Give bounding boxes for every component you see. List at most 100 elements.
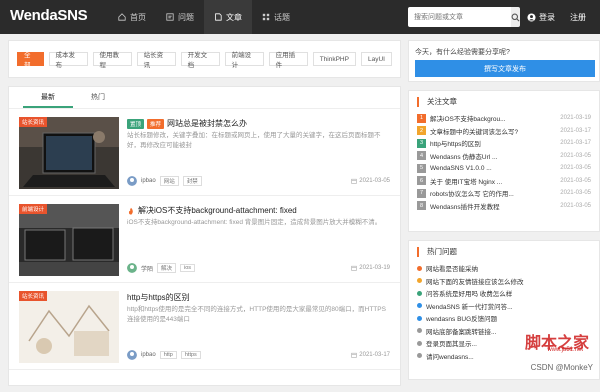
article-list: 最新 热门 站长资讯 置顶 推荐 网站总是被封禁怎么办 站长标题修改，关键字叠加… (8, 86, 401, 386)
article-date: 2021-03-05 (351, 178, 390, 184)
office-image (19, 204, 119, 276)
article-title[interactable]: 置顶 推荐 网站总是被封禁怎么办 (127, 118, 247, 129)
write-article-panel: 今天，有什么经验需要分享呢? 撰写文章发布 (408, 40, 600, 82)
featured-item-date: 2021-03-17 (560, 140, 591, 147)
write-article-button[interactable]: 撰写文章发布 (415, 60, 595, 77)
author-name[interactable]: ipbao (141, 178, 156, 184)
article-thumbnail[interactable]: 前端设计 (19, 204, 119, 276)
article-tag[interactable]: 网站 (159, 176, 179, 186)
featured-item[interactable]: 7 robots协议怎么写 它的作用... 2021-03-05 (417, 187, 591, 200)
featured-item-date: 2021-03-05 (560, 165, 591, 172)
site-logo[interactable]: WendaSNS (10, 7, 88, 24)
rank-number: 2 (417, 126, 426, 136)
rank-number: 8 (417, 201, 426, 211)
article-tag[interactable]: 解决 (157, 263, 177, 273)
category-item[interactable]: 开发文档 (180, 52, 220, 69)
article-tabs: 最新 热门 (9, 87, 400, 109)
article-title-text: http与https的区别 (127, 293, 190, 302)
featured-item-title: 关于 使用IT宝塔 Nginx ... (430, 178, 503, 186)
article-tag[interactable]: https (180, 351, 201, 359)
article-item[interactable]: 前端设计 解决iOS不支持background-attachment: fixe… (9, 196, 400, 283)
bullet-dot (417, 340, 422, 346)
avatar[interactable] (127, 263, 137, 273)
article-date: 2021-03-17 (351, 352, 390, 358)
avatar[interactable] (127, 176, 137, 186)
rank-number: 7 (417, 188, 426, 198)
nav-articles[interactable]: 文章 (204, 0, 252, 34)
featured-title: 关注文章 (417, 97, 591, 107)
hot-question-item[interactable]: 问答系统是好用吗 收费怎么样 (417, 287, 591, 300)
avatar[interactable] (127, 350, 137, 360)
featured-item[interactable]: 1 解决iOS不支持backgrou... 2021-03-19 (417, 112, 591, 125)
rank-number: 3 (417, 138, 426, 148)
login-link[interactable]: 登录 (527, 12, 555, 23)
right-sidebar: 今天，有什么经验需要分享呢? 撰写文章发布 关注文章 1 解决iOS不支持back… (408, 40, 600, 380)
hot-question-item[interactable]: 网站看是否能采纳 (417, 262, 591, 275)
watermark-url: www.jb51.net (547, 347, 583, 353)
category-item[interactable]: 成本发布 (48, 52, 88, 69)
author-name[interactable]: 学陌 (141, 264, 153, 273)
top-navbar: WendaSNS 首页 问题 文章 话题 登录 注册 (0, 0, 600, 34)
calendar-icon (351, 265, 357, 271)
hot-questions-panel: 热门问题 网站看是否能采纳 网站下面的友情链接应该怎么修改 问答系统是好用吗 收费怎… (408, 240, 600, 380)
article-meta: ipbao http https (127, 350, 201, 360)
featured-item[interactable]: 5 WendaSNS V1.0.0 ... 2021-03-05 (417, 162, 591, 175)
search-button[interactable] (511, 7, 520, 27)
article-title[interactable]: 解决iOS不支持background-attachment: fixed (127, 205, 297, 216)
nav-topics[interactable]: 话题 (252, 0, 300, 34)
featured-item-date: 2021-03-05 (560, 152, 591, 159)
ask-prompt: 今天，有什么经验需要分享呢? (415, 49, 510, 56)
category-badge: 前端设计 (19, 204, 48, 214)
category-item[interactable]: 应用插件 (268, 52, 308, 69)
featured-item[interactable]: 2 文章标题中的关键词该怎么写? 2021-03-17 (417, 125, 591, 138)
category-item[interactable]: 使用教程 (92, 52, 132, 69)
tab-hot[interactable]: 热门 (73, 87, 123, 108)
featured-item[interactable]: 3 http与https的区别 2021-03-17 (417, 137, 591, 150)
article-tag[interactable]: http (159, 351, 177, 359)
nav-questions[interactable]: 问题 (156, 0, 204, 34)
featured-item[interactable]: 6 关于 使用IT宝塔 Nginx ... 2021-03-05 (417, 175, 591, 188)
hot-question-item[interactable]: 网站下面的友情链接应该怎么修改 (417, 275, 591, 288)
fire-icon (128, 207, 133, 215)
tag-recommended: 推荐 (147, 118, 165, 129)
category-item[interactable]: 前端设计 (224, 52, 264, 69)
topic-icon (262, 13, 270, 21)
article-tag[interactable]: ios (180, 264, 196, 272)
featured-item[interactable]: 8 Wendasns插件开发教程 2021-03-05 (417, 200, 591, 213)
article-date-text: 2021-03-17 (359, 352, 390, 358)
rank-number: 5 (417, 163, 426, 173)
category-all[interactable]: 全部 (17, 52, 44, 69)
article-thumbnail[interactable]: 站长资讯 (19, 291, 119, 363)
category-bar: 全部 成本发布 使用教程 站长资讯 开发文档 前端设计 应用插件 ThinkPH… (8, 40, 401, 78)
category-item[interactable]: ThinkPHP (312, 52, 356, 66)
bullet-dot (417, 315, 422, 321)
hot-question-item[interactable]: wendasns BUG反馈问题 (417, 312, 591, 325)
article-item[interactable]: 站长资讯 置顶 推荐 网站总是被封禁怎么办 站长标题修改，关键字叠加：在标题或网… (9, 109, 400, 196)
article-tag[interactable]: 封禁 (182, 176, 202, 186)
featured-item-title: robots协议怎么写 它的作用... (430, 191, 514, 199)
article-item[interactable]: 站长资讯 http与https的区别 http和https使用的是完全不同的连接… (9, 283, 400, 370)
search-box (408, 7, 520, 27)
article-title[interactable]: http与https的区别 (127, 292, 190, 303)
article-title-text: 解决iOS不支持background-attachment: fixed (138, 206, 297, 215)
tag-pinned: 置顶 (127, 118, 145, 129)
featured-item-title: WendaSNS V1.0.0 ... (430, 164, 492, 172)
category-item[interactable]: 站长资讯 (136, 52, 176, 69)
featured-item-date: 2021-03-05 (560, 190, 591, 197)
hot-question-title: WendaSNS 新一代打赏问答... (426, 303, 513, 311)
featured-item-date: 2021-03-05 (560, 177, 591, 184)
tab-latest[interactable]: 最新 (23, 87, 73, 108)
search-input[interactable] (408, 7, 511, 27)
author-name[interactable]: ipbao (141, 352, 156, 358)
featured-item[interactable]: 4 Wendasns 伪静态Url ... 2021-03-05 (417, 150, 591, 163)
category-item[interactable]: LayUI (360, 52, 392, 66)
nav-home[interactable]: 首页 (108, 0, 156, 34)
register-link[interactable]: 注册 (570, 12, 586, 23)
featured-list: 1 解决iOS不支持backgrou... 2021-03-19 2 文章标题中的关键词… (417, 112, 591, 212)
hot-question-item[interactable]: WendaSNS 新一代打赏问答... (417, 300, 591, 313)
article-thumbnail[interactable]: 站长资讯 (19, 117, 119, 189)
article-date-text: 2021-03-19 (359, 265, 390, 271)
category-badge: 站长资讯 (19, 117, 48, 127)
main-nav: 首页 问题 文章 话题 (108, 0, 300, 34)
hot-question-title: 网站看是否能采纳 (426, 266, 478, 274)
